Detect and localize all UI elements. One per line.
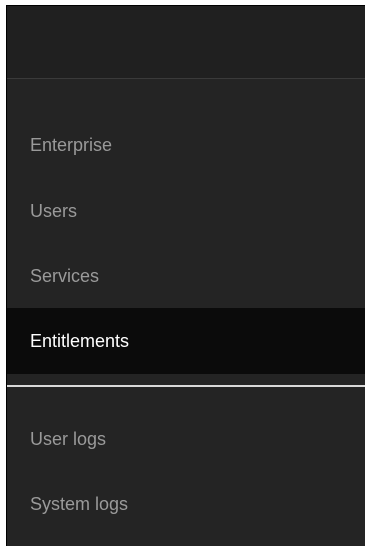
sidebar-item-enterprise[interactable]: Enterprise xyxy=(7,112,365,178)
sidebar-item-label: System logs xyxy=(30,493,129,514)
sidebar-item-label: User logs xyxy=(30,428,107,449)
sidebar-item-users[interactable]: Users xyxy=(7,178,365,244)
sidebar-item-services[interactable]: Services xyxy=(7,243,365,309)
sidebar-header xyxy=(7,6,365,79)
sidebar-item-label: Users xyxy=(30,200,78,221)
sidebar-item-system-logs[interactable]: System logs xyxy=(7,471,365,537)
sidebar-item-label: Enterprise xyxy=(30,134,113,155)
sidebar-nav: Enterprise Users Services Entitlements U… xyxy=(6,5,365,546)
sidebar-item-entitlements[interactable]: Entitlements xyxy=(7,308,365,374)
sidebar-item-label: Entitlements xyxy=(30,330,130,351)
sidebar-item-user-logs[interactable]: User logs xyxy=(7,406,365,472)
sidebar-item-label: Services xyxy=(30,265,100,286)
sidebar-divider xyxy=(7,385,365,387)
